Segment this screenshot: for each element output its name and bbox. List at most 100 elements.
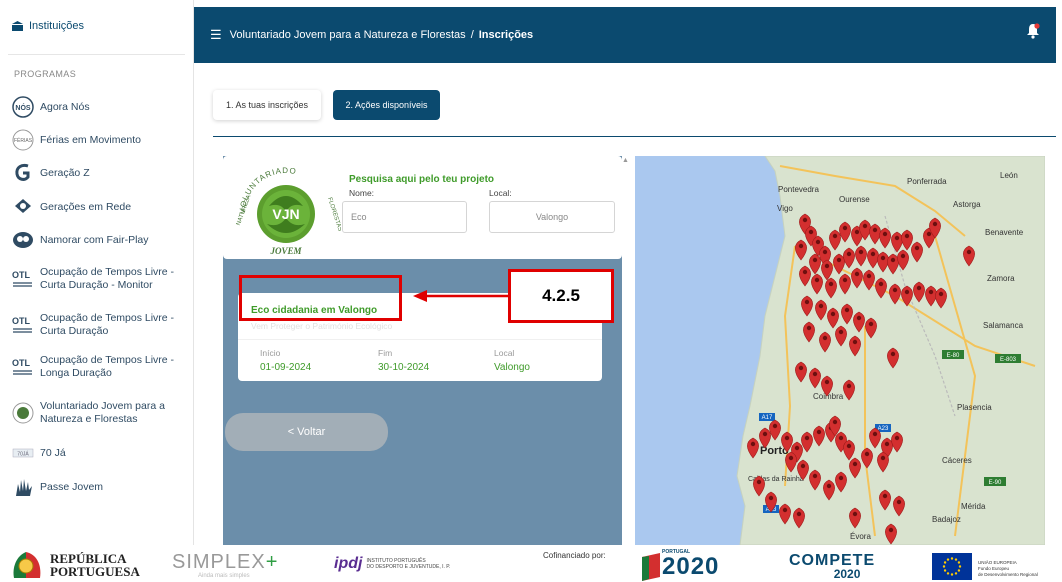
map-marker-dot xyxy=(824,379,830,385)
map-label: Benavente xyxy=(985,228,1024,237)
start-date-value: 01-09-2024 xyxy=(260,362,312,373)
svg-text:OTL: OTL xyxy=(12,270,30,280)
sidebar-item-geracoes-rede[interactable]: Gerações em Rede xyxy=(12,196,131,218)
sidebar-item-agora-nos[interactable]: NÓS Agora Nós xyxy=(12,96,90,118)
sidebar-item-label: Longa Duração xyxy=(40,367,112,379)
map-marker-dot xyxy=(808,229,814,235)
cofinanced-label: Cofinanciado por: xyxy=(543,551,606,560)
svg-text:NÓS: NÓS xyxy=(15,103,31,112)
eu-star-icon xyxy=(957,561,961,564)
map-marker-dot xyxy=(890,351,896,357)
map-marker-dot xyxy=(814,277,820,283)
ipdj-logo-text: ipdj xyxy=(334,555,363,572)
tab-available-actions[interactable]: 2. Ações disponíveis xyxy=(333,90,440,120)
sidebar-item-otl-curta[interactable]: OTL Ocupação de Tempos Livre - Curta Dur… xyxy=(12,312,174,338)
name-search-input[interactable]: Eco xyxy=(342,201,467,233)
sidebar-item-otl-longa[interactable]: OTL Ocupação de Tempos Livre - Longa Dur… xyxy=(12,354,174,380)
map-marker-dot xyxy=(812,473,818,479)
search-title: Pesquisa aqui pelo teu projeto xyxy=(349,174,495,185)
vjnf-logo-icon xyxy=(12,402,34,424)
sidebar-item-label: 70 Já xyxy=(40,446,66,459)
map-marker-dot xyxy=(802,269,808,275)
svg-text:OTL: OTL xyxy=(12,316,30,326)
sidebar-item-label: Ocupação de Tempos Livre - xyxy=(40,312,175,324)
sidebar-item-text: Ocupação de Tempos Livre - Curta Duração xyxy=(40,312,174,338)
tabs-underline xyxy=(213,136,1056,137)
map-marker-dot xyxy=(815,239,821,245)
map-label: Évora xyxy=(850,532,871,541)
map-marker-dot xyxy=(824,263,830,269)
eu-star-icon xyxy=(943,569,947,572)
notification-bell-icon[interactable] xyxy=(1026,23,1040,39)
map-marker-dot xyxy=(894,435,900,441)
local-search-input[interactable]: Valongo xyxy=(489,201,615,233)
sidebar-item-70-ja[interactable]: 70JÁ 70 Já xyxy=(12,442,66,464)
tab-your-registrations[interactable]: 1. As tuas inscrições xyxy=(213,90,321,120)
annotation-label: 4.2.5 xyxy=(508,269,614,323)
map-label: Ourense xyxy=(839,195,870,204)
map-marker-dot xyxy=(784,435,790,441)
map-marker-dot xyxy=(870,251,876,257)
location-value: Valongo xyxy=(494,362,530,373)
map-marker-dot xyxy=(852,339,858,345)
otl-logo-icon: OTL xyxy=(12,314,34,336)
passe-jovem-logo-icon xyxy=(12,476,34,498)
vjnf-program-logo: VOLUNTARIADO VJN JOVEM NATUREZA FLORESTA… xyxy=(236,166,341,256)
map-marker-dot xyxy=(788,455,794,461)
map-marker-dot xyxy=(868,321,874,327)
eu-star-icon xyxy=(943,561,947,564)
map-label: Ponferrada xyxy=(907,177,947,186)
road-shield: E-80 xyxy=(947,353,960,359)
map[interactable]: Ponferrada León Pontevedra Ourense Astor… xyxy=(635,156,1045,545)
map-marker-dot xyxy=(800,463,806,469)
map-marker-dot xyxy=(926,231,932,237)
map-marker-dot xyxy=(772,423,778,429)
70-ja-logo-icon: 70JÁ xyxy=(12,442,34,464)
map-label: Pontevedra xyxy=(778,185,819,194)
map-label: Badajoz xyxy=(932,515,961,524)
simplex-plus: + xyxy=(265,551,279,573)
sidebar-item-ferias[interactable]: FÉRIAS Férias em Movimento xyxy=(12,129,141,151)
sidebar-item-geracao-z[interactable]: Geração Z xyxy=(12,162,90,184)
map-marker-dot xyxy=(844,307,850,313)
svg-text:VJN: VJN xyxy=(272,206,299,222)
map-marker-dot xyxy=(890,257,896,263)
simplex-text: SIMPLEX xyxy=(172,551,266,573)
sidebar-item-otl-monitor[interactable]: OTL Ocupação de Tempos Livre - Curta Dur… xyxy=(12,266,174,292)
map-marker-dot xyxy=(858,249,864,255)
building-icon xyxy=(12,21,23,31)
map-marker-dot xyxy=(782,507,788,513)
map-marker-dot xyxy=(880,455,886,461)
map-marker-dot xyxy=(904,233,910,239)
map-marker-dot xyxy=(804,299,810,305)
map-marker-dot xyxy=(888,527,894,533)
map-marker-dot xyxy=(828,281,834,287)
geracoes-rede-logo-icon xyxy=(12,196,34,218)
ferias-logo-icon: FÉRIAS xyxy=(12,129,34,151)
eu-star-icon xyxy=(946,572,950,575)
map-marker-dot xyxy=(900,253,906,259)
back-button[interactable]: < Voltar xyxy=(225,413,388,451)
eu-star-icon xyxy=(946,558,950,561)
institutions-label: Instituições xyxy=(29,20,85,32)
start-date-label: Início xyxy=(260,348,281,358)
breadcrumb-parent[interactable]: Voluntariado Jovem para a Natureza e Flo… xyxy=(230,29,466,41)
sidebar-item-label: Gerações em Rede xyxy=(40,200,132,213)
road-shield: E-90 xyxy=(989,480,1002,486)
sidebar-item-passe-jovem[interactable]: Passe Jovem xyxy=(12,476,103,498)
simplex-subtitle: Ainda mais simples xyxy=(198,573,250,579)
menu-icon[interactable]: ☰ xyxy=(210,27,222,43)
otl-logo-icon: OTL xyxy=(12,356,34,378)
map-marker-dot xyxy=(882,493,888,499)
map-marker-dot xyxy=(802,217,808,223)
republica-text: REPÚBLICA PORTUGUESA xyxy=(50,552,140,578)
sidebar-item-label: Curta Duração - Monitor xyxy=(40,279,153,291)
sidebar-item-fair-play[interactable]: Namorar com Fair-Play xyxy=(12,229,149,251)
map-marker-dot xyxy=(928,289,934,295)
scroll-up-arrow-icon[interactable]: ▲ xyxy=(622,157,630,167)
institutions-link[interactable]: Instituições xyxy=(12,20,84,32)
map-marker-dot xyxy=(842,277,848,283)
sidebar-item-vjnf[interactable]: Voluntariado Jovem para a Natureza e Flo… xyxy=(12,400,165,426)
eu-fund-text: UNIÃO EUROPEIA Fundo Europeu de Desenvol… xyxy=(978,560,1058,578)
road-shield: E-803 xyxy=(1000,357,1017,363)
